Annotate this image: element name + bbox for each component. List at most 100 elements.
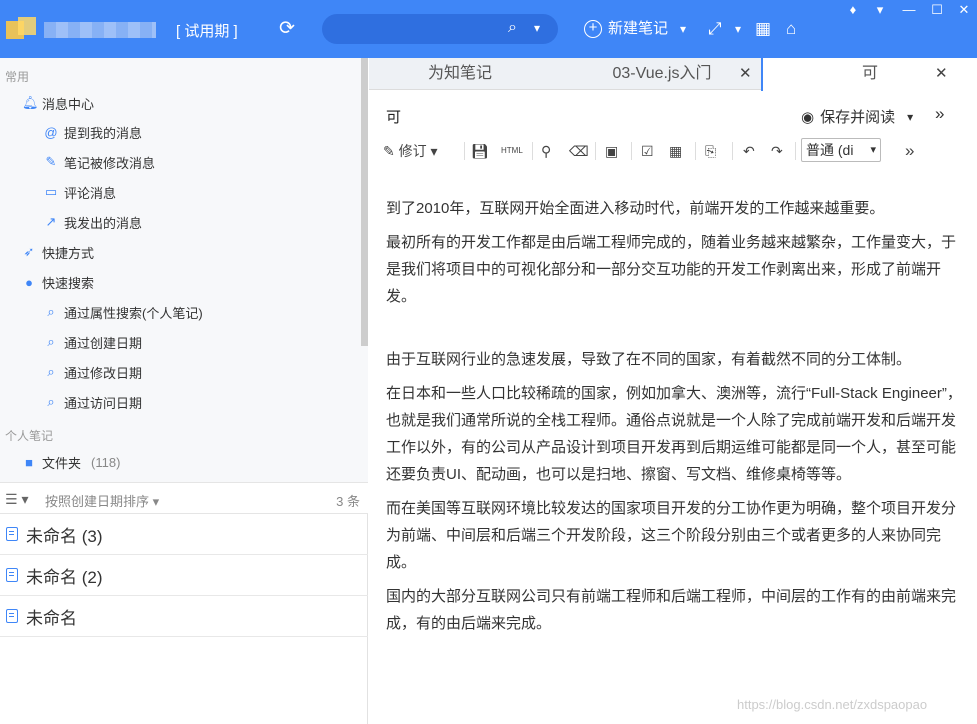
sidebar-item-label: 笔记被修改消息 [64,155,156,171]
sidebar-item-edited[interactable]: ✎ 笔记被修改消息 [44,152,155,172]
paragraph: 国内的大部分互联网公司只有前端工程师和后端工程师，中间层的工作有的由前端来完成，… [386,588,957,632]
sidebar-item-mentions[interactable]: @ 提到我的消息 [44,122,142,142]
table-icon[interactable]: ▦ [669,141,682,161]
search-input[interactable]: ⌕ ▾ [322,14,558,44]
attachment-icon[interactable]: ⎘ [705,141,716,161]
list-item[interactable]: 未命名 [0,596,368,637]
sidebar-item-sent[interactable]: ↗ 我发出的消息 [44,212,142,232]
sidebar-item-message-center[interactable]: 🔔︎ 消息中心 [22,93,94,113]
edit-icon: ✎ [45,154,57,169]
tab-bar: 为知笔记 03-Vue.js入门 ✕ 可 ✕ [369,58,977,91]
note-icon [6,527,18,541]
sidebar-item-label: 文件夹 [42,455,82,471]
tab-label: 为知笔记 [427,65,492,82]
sidebar-item-label: 提到我的消息 [64,125,143,141]
close-icon[interactable]: ✕ [935,58,948,90]
redo-icon[interactable]: ↷ [771,141,783,161]
paragraph: 到了2010年，互联网开始全面进入移动时代，前端开发的工作越来越重要。 [386,200,885,217]
revise-button[interactable]: ✎ 修订 ▾ [383,141,438,161]
tab-wiz-note[interactable]: 为知笔记 [369,58,551,90]
list-item[interactable]: 未命名 (2) [0,555,368,596]
undo-icon[interactable]: ↶ [743,141,755,161]
sidebar-item-by-accessed[interactable]: ⌕ 通过访问日期 [44,392,142,412]
paragraph-format-select[interactable]: 普通 (di ▾ [801,138,881,162]
checkbox-icon[interactable]: ☑ [641,141,654,161]
app-window: [ 试用期 ] ⟳ ⌕ ▾ + 新建笔记 ▾ ⤢ ▾ ▦ ⌂ ♦ ▾ — ☐ ✕… [0,0,977,724]
sidebar-scrollbar[interactable] [361,58,368,346]
note-title-input[interactable]: 可 [386,106,401,127]
folder-count: (118) [91,454,121,470]
eye-icon: ◉ [801,108,815,126]
divider [795,142,796,160]
sort-dropdown[interactable]: 按照创建日期排序 ▾ [45,491,159,510]
app-logo [6,17,36,43]
menu-icon[interactable]: ▾ [869,2,891,18]
paragraph: 由于互联网行业的急速发展，导致了在不同的国家，有着截然不同的分工体制。 [386,351,912,368]
bell-icon: 🔔︎ [22,95,39,110]
sidebar-item-label: 通过属性搜索(个人笔记) [64,305,203,321]
section-common: 常用 [5,70,30,84]
divider [631,142,632,160]
sidebar-item-shortcuts[interactable]: ➶ 快捷方式 [22,242,94,262]
revise-label: 修订 [398,143,427,159]
maximize-button[interactable]: ☐ [926,2,948,18]
folder-icon: ■ [25,454,33,470]
sidebar-item-folder[interactable]: ■ 文件夹 (118) [22,452,120,472]
sort-icon[interactable]: ☰ ▾ [5,491,28,508]
note-icon [6,609,18,623]
tab-current[interactable]: 可 ✕ [761,58,977,91]
chevron-down-icon[interactable]: ▾ [735,18,741,40]
at-icon: @ [44,124,58,140]
note-title: 未命名 [26,608,77,628]
sidebar-item-by-created[interactable]: ⌕ 通过创建日期 [44,332,142,352]
avatar[interactable] [44,22,156,38]
sidebar-item-label: 评论消息 [64,185,117,201]
note-icon [6,568,18,582]
html-icon[interactable]: HTML [501,141,523,161]
home-icon[interactable]: ⌂ [786,18,796,40]
sidebar-item-label: 我发出的消息 [64,215,143,231]
sidebar-item-by-modified[interactable]: ⌕ 通过修改日期 [44,362,142,382]
grid-icon[interactable]: ▦ [755,18,771,40]
divider [532,142,533,160]
close-button[interactable]: ✕ [953,2,975,18]
sidebar-item-search-by-attr[interactable]: ⌕ 通过属性搜索(个人笔记) [44,302,203,322]
share-icon: ↗ [45,214,57,229]
save-icon[interactable]: 💾︎ [471,141,489,161]
brush-icon[interactable]: ⚲ [541,141,551,161]
watermark: https://blog.csdn.net/zxdspaopao [737,697,928,712]
chevron-down-icon: ▾ [870,144,876,156]
more-icon[interactable]: » [935,104,944,124]
note-content[interactable]: 到了2010年，互联网开始全面进入移动时代，前端开发的工作越来越重要。 最初所有… [386,195,970,644]
expand-icon[interactable]: ⤢ [708,18,722,40]
minimize-button[interactable]: — [898,2,920,17]
tab-vue[interactable]: 03-Vue.js入门 ✕ [563,58,761,90]
search-icon: ⌕ [47,304,55,319]
divider [595,142,596,160]
chevron-down-icon[interactable]: ▾ [680,17,686,41]
format-value: 普通 (di [806,142,854,158]
picture-edit-icon[interactable]: ▣ [605,141,618,161]
trial-badge[interactable]: [ 试用期 ] [176,20,238,41]
sync-icon[interactable]: ⟳ [276,18,298,40]
skin-icon[interactable]: ♦ [842,2,864,17]
note-count: 3 条 [336,494,360,509]
sidebar-item-label: 通过修改日期 [64,365,143,381]
sidebar-item-comments[interactable]: ▭ 评论消息 [44,182,116,202]
save-read-button[interactable]: ◉ 保存并阅读 ▾ [801,106,913,127]
save-read-label: 保存并阅读 [820,109,896,126]
new-note-label: 新建笔记 [608,20,669,37]
editor-toolbar: ✎ 修订 ▾ 💾︎ HTML ⚲ ⌫ ▣ ☑ ▦ ⎘ ↶ ↷ 普通 (di ▾ … [383,138,973,164]
note-title: 未命名 (3) [26,526,103,546]
tab-label: 可 [861,65,878,82]
chevron-down-icon[interactable]: ▾ [534,21,540,35]
more-icon[interactable]: » [905,141,914,161]
close-icon[interactable]: ✕ [739,58,752,90]
eraser-icon[interactable]: ⌫ [569,141,589,161]
new-note-button[interactable]: + 新建笔记 ▾ [584,17,686,41]
list-item[interactable]: 未命名 (3) [0,514,368,555]
chevron-down-icon[interactable]: ▾ [907,110,913,124]
search-icon: ⌕ [47,364,55,379]
search-icon[interactable]: ⌕ [508,19,517,37]
sidebar-item-quick-search[interactable]: ● 快速搜索 [22,272,94,292]
